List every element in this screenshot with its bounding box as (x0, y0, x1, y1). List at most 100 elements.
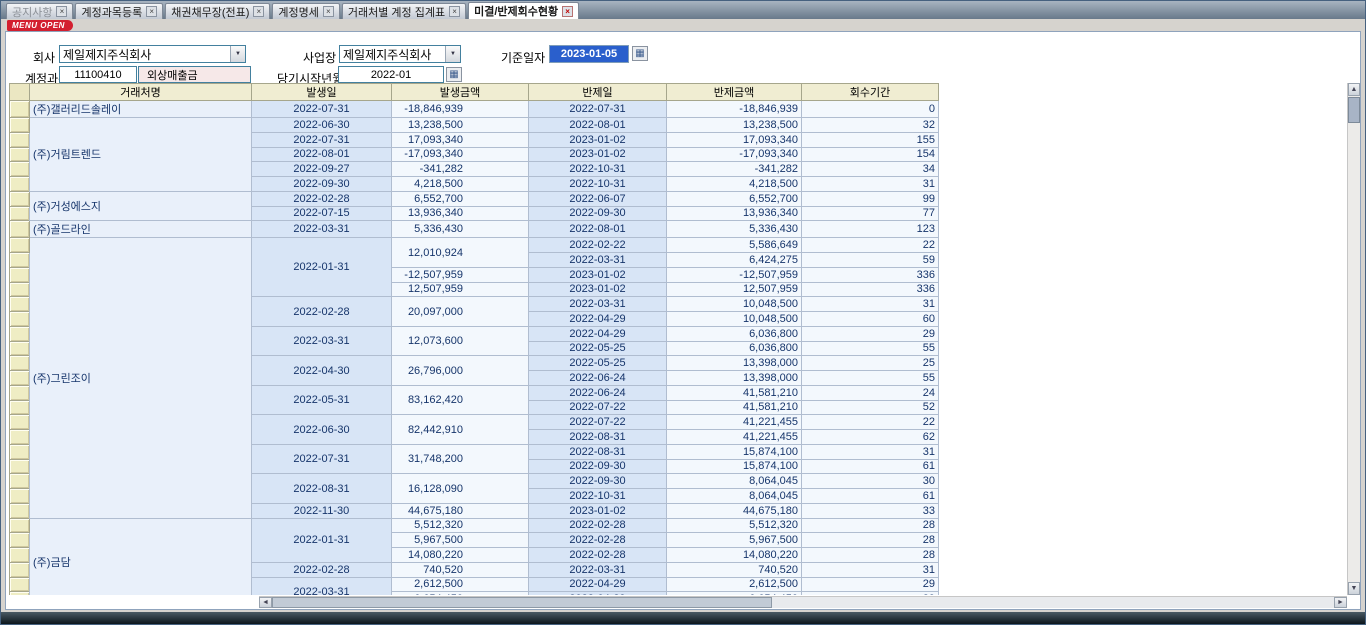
occur-amount-cell[interactable]: 6,552,700 (392, 191, 529, 206)
row-selector[interactable] (10, 444, 30, 459)
scroll-left-icon[interactable]: ◄ (259, 597, 272, 608)
column-header[interactable]: 발생일 (252, 84, 392, 101)
collect-days-cell[interactable]: 31 (802, 297, 939, 312)
collect-days-cell[interactable]: 30 (802, 474, 939, 489)
menu-open-button[interactable]: MENU OPEN (7, 20, 73, 31)
row-selector[interactable] (10, 326, 30, 341)
customer-cell[interactable]: (주)그린조이 (30, 238, 252, 518)
settle-amount-cell[interactable]: 6,036,800 (667, 326, 802, 341)
settle-date-cell[interactable]: 2023-01-02 (529, 282, 667, 297)
collect-days-cell[interactable]: 31 (802, 562, 939, 577)
collect-days-cell[interactable]: 99 (802, 191, 939, 206)
settle-date-cell[interactable]: 2022-10-31 (529, 162, 667, 177)
settle-amount-cell[interactable]: 12,507,959 (667, 282, 802, 297)
row-selector[interactable] (10, 312, 30, 327)
settle-amount-cell[interactable]: 13,238,500 (667, 118, 802, 133)
occur-amount-cell[interactable]: 6,654,450 (392, 592, 529, 595)
row-selector[interactable] (10, 162, 30, 177)
row-selector[interactable] (10, 267, 30, 282)
settle-date-cell[interactable]: 2022-08-01 (529, 221, 667, 238)
settle-amount-cell[interactable]: 6,552,700 (667, 191, 802, 206)
tab-close-icon[interactable]: × (323, 6, 334, 17)
occur-date-cell[interactable]: 2022-07-15 (252, 206, 392, 221)
row-selector[interactable] (10, 147, 30, 162)
collect-days-cell[interactable]: 29 (802, 326, 939, 341)
occur-amount-cell[interactable]: -18,846,939 (392, 101, 529, 118)
occur-amount-cell[interactable]: 82,442,910 (392, 415, 529, 445)
settle-date-cell[interactable]: 2023-01-02 (529, 132, 667, 147)
settle-amount-cell[interactable]: 5,512,320 (667, 518, 802, 533)
tab-2[interactable]: 계정과목등록× (75, 3, 163, 19)
occur-amount-cell[interactable]: 26,796,000 (392, 356, 529, 386)
occur-amount-cell[interactable]: 13,936,340 (392, 206, 529, 221)
start-month-input[interactable]: 2022-01 (338, 66, 444, 83)
customer-cell[interactable]: (주)골드라인 (30, 221, 252, 238)
collect-days-cell[interactable]: 123 (802, 221, 939, 238)
settle-date-cell[interactable]: 2022-08-31 (529, 444, 667, 459)
settle-date-cell[interactable]: 2022-02-28 (529, 548, 667, 563)
collect-days-cell[interactable]: 61 (802, 459, 939, 474)
collect-days-cell[interactable]: 34 (802, 162, 939, 177)
occur-date-cell[interactable]: 2022-03-31 (252, 577, 392, 595)
collect-days-cell[interactable]: 29 (802, 577, 939, 592)
vertical-scrollbar[interactable]: ▲ ▼ (1347, 83, 1360, 595)
collect-days-cell[interactable]: 24 (802, 385, 939, 400)
occur-date-cell[interactable]: 2022-09-27 (252, 162, 392, 177)
tab-close-icon[interactable]: × (449, 6, 460, 17)
occur-amount-cell[interactable]: -17,093,340 (392, 147, 529, 162)
column-header[interactable]: 반제금액 (667, 84, 802, 101)
row-selector[interactable] (10, 297, 30, 312)
settle-amount-cell[interactable]: 740,520 (667, 562, 802, 577)
settle-date-cell[interactable]: 2022-05-25 (529, 341, 667, 356)
settle-amount-cell[interactable]: 5,336,430 (667, 221, 802, 238)
customer-cell[interactable]: (주)거성에스지 (30, 191, 252, 221)
settle-amount-cell[interactable]: 4,218,500 (667, 177, 802, 192)
collect-days-cell[interactable]: 31 (802, 444, 939, 459)
occur-amount-cell[interactable]: -12,507,959 (392, 267, 529, 282)
occur-date-cell[interactable]: 2022-01-31 (252, 238, 392, 297)
row-selector[interactable] (10, 191, 30, 206)
settle-date-cell[interactable]: 2022-06-07 (529, 191, 667, 206)
settle-amount-cell[interactable]: 13,936,340 (667, 206, 802, 221)
settle-date-cell[interactable]: 2022-04-29 (529, 326, 667, 341)
column-header[interactable]: 발생금액 (392, 84, 529, 101)
occur-amount-cell[interactable]: 20,097,000 (392, 297, 529, 327)
settle-amount-cell[interactable]: 14,080,220 (667, 548, 802, 563)
workplace-select[interactable]: 제일제지주식회사 ▼ (339, 45, 461, 63)
occur-date-cell[interactable]: 2022-01-31 (252, 518, 392, 562)
row-selector[interactable] (10, 101, 30, 118)
collect-days-cell[interactable]: 28 (802, 533, 939, 548)
settle-amount-cell[interactable]: -341,282 (667, 162, 802, 177)
tab-1[interactable]: 공지사항× (6, 3, 73, 19)
occur-amount-cell[interactable]: 44,675,180 (392, 503, 529, 518)
customer-cell[interactable]: (주)갤러리드솔레이 (30, 101, 252, 118)
settle-amount-cell[interactable]: 44,675,180 (667, 503, 802, 518)
collect-days-cell[interactable]: 336 (802, 282, 939, 297)
scroll-right-icon[interactable]: ► (1334, 597, 1347, 608)
settle-date-cell[interactable]: 2022-02-28 (529, 533, 667, 548)
settle-amount-cell[interactable]: -17,093,340 (667, 147, 802, 162)
collect-days-cell[interactable]: 33 (802, 503, 939, 518)
settle-date-cell[interactable]: 2022-04-29 (529, 577, 667, 592)
settle-amount-cell[interactable]: 41,581,210 (667, 400, 802, 415)
column-header[interactable]: 반제일 (529, 84, 667, 101)
settle-date-cell[interactable]: 2022-05-25 (529, 356, 667, 371)
occur-date-cell[interactable]: 2022-08-01 (252, 147, 392, 162)
occur-date-cell[interactable]: 2022-07-31 (252, 132, 392, 147)
collect-days-cell[interactable]: 61 (802, 489, 939, 504)
chevron-down-icon[interactable]: ▼ (445, 46, 460, 62)
settle-amount-cell[interactable]: 13,398,000 (667, 356, 802, 371)
settle-date-cell[interactable]: 2022-08-31 (529, 430, 667, 445)
tab-close-icon[interactable]: × (56, 6, 67, 17)
row-selector[interactable] (10, 132, 30, 147)
occur-date-cell[interactable]: 2022-02-28 (252, 297, 392, 327)
customer-cell[interactable]: (주)거림트렌드 (30, 118, 252, 192)
settle-date-cell[interactable]: 2022-09-30 (529, 459, 667, 474)
collect-days-cell[interactable]: 28 (802, 548, 939, 563)
row-selector[interactable] (10, 177, 30, 192)
settle-amount-cell[interactable]: 10,048,500 (667, 297, 802, 312)
occur-amount-cell[interactable]: 13,238,500 (392, 118, 529, 133)
occur-amount-cell[interactable]: 4,218,500 (392, 177, 529, 192)
collect-days-cell[interactable]: 32 (802, 118, 939, 133)
settle-date-cell[interactable]: 2022-10-31 (529, 177, 667, 192)
